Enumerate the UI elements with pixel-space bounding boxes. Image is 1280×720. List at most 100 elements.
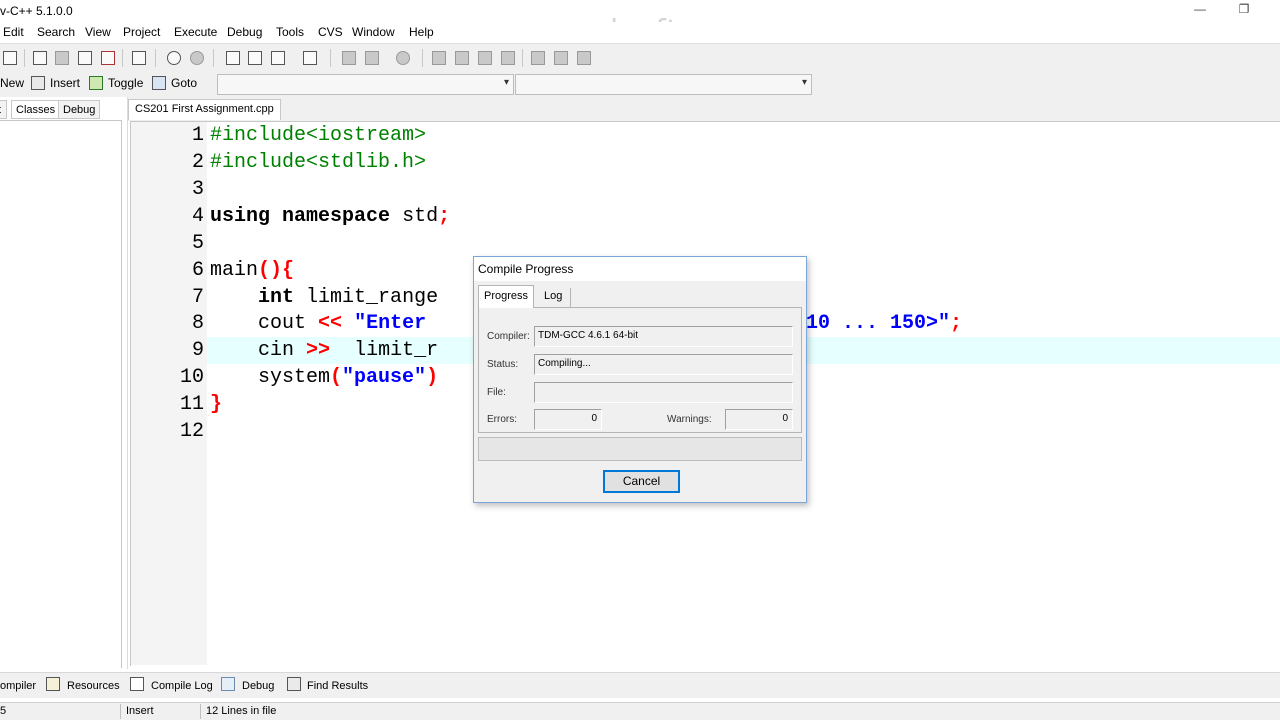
menu-execute[interactable]: Execute	[174, 25, 217, 39]
tab-compiler[interactable]: ompiler	[0, 677, 39, 696]
tab-resources[interactable]: Resources	[64, 677, 123, 696]
secondary-toolbar: New Insert Toggle Goto ▾ ▾	[0, 71, 1280, 97]
toolbar-separator	[422, 49, 423, 67]
menu-window[interactable]: Window	[352, 25, 395, 39]
undo-icon[interactable]	[164, 48, 184, 68]
symbol: >>	[306, 339, 331, 362]
redo-icon[interactable]	[187, 48, 207, 68]
keyword: namespace	[282, 205, 391, 228]
toggle-button[interactable]: Toggle	[108, 76, 143, 90]
line-number: 2	[191, 151, 204, 174]
line-number: 6	[191, 259, 204, 282]
bookmark-icon[interactable]	[393, 48, 413, 68]
code-line-tail: 10 ... 150>";	[806, 312, 962, 335]
indent-right-icon[interactable]	[362, 48, 382, 68]
symbol: (){	[258, 259, 295, 282]
symbol: <<	[318, 312, 343, 335]
code-line: cout << "Enter	[210, 312, 426, 335]
member-selector[interactable]: ▾	[515, 74, 812, 95]
code-line: main(){	[210, 259, 294, 282]
dialog-title: Compile Progress	[478, 262, 574, 276]
status-divider	[120, 704, 121, 719]
file-label: File:	[487, 387, 506, 398]
tab-progress[interactable]: Progress	[478, 285, 535, 308]
run-icon[interactable]	[452, 48, 472, 68]
keyword: using	[210, 205, 271, 228]
close-file-icon[interactable]	[98, 48, 118, 68]
print-icon[interactable]	[129, 48, 149, 68]
replace-icon[interactable]	[245, 48, 265, 68]
compile-progress-bar	[478, 437, 802, 461]
chart-icon	[130, 677, 144, 691]
symbol: ;	[438, 205, 451, 228]
new-class-button[interactable]: New	[0, 76, 24, 90]
tab-debug-output[interactable]: Debug	[239, 677, 277, 696]
open-project-icon[interactable]	[0, 48, 20, 68]
toolbar-separator	[122, 49, 123, 67]
goto-button[interactable]: Goto	[171, 76, 197, 90]
project-panel: t Classes Debug	[0, 97, 128, 669]
window-title: v-C++ 5.1.0.0	[0, 4, 73, 18]
line-number: 12	[179, 420, 204, 443]
profile-icon[interactable]	[551, 48, 571, 68]
tab-project[interactable]: t	[0, 100, 7, 119]
code-line: #include<iostream>	[210, 124, 427, 147]
check-icon[interactable]	[528, 48, 548, 68]
line-number: 11	[179, 393, 204, 416]
menu-view[interactable]: View	[85, 25, 111, 39]
tab-compile-log[interactable]: Compile Log	[148, 677, 216, 696]
menu-debug[interactable]: Debug	[227, 25, 262, 39]
stop-icon[interactable]	[574, 48, 594, 68]
code-line: system("pause")	[210, 366, 438, 389]
menu-help[interactable]: Help	[409, 25, 434, 39]
line-number: 1	[191, 124, 204, 147]
menu-tools[interactable]: Tools	[276, 25, 304, 39]
tab-log[interactable]: Log	[536, 288, 572, 308]
code-line: }	[210, 393, 223, 416]
line-number: 5	[191, 232, 204, 255]
code-line: int limit_range	[210, 286, 438, 309]
symbol: )	[426, 366, 439, 389]
resources-icon	[46, 677, 60, 691]
insert-button[interactable]: Insert	[50, 76, 80, 90]
identifier: main	[210, 259, 259, 282]
menu-edit[interactable]: Edit	[3, 25, 24, 39]
menu-project[interactable]: Project	[123, 25, 160, 39]
symbol: ;	[950, 312, 963, 335]
class-selector[interactable]: ▾	[217, 74, 514, 95]
menu-bar: Edit Search View Project Execute Debug T…	[0, 22, 1280, 42]
minimize-button[interactable]: —	[1192, 2, 1208, 18]
goto-line-icon[interactable]	[300, 48, 320, 68]
class-browser[interactable]	[0, 120, 122, 668]
toolbar-separator	[213, 49, 214, 67]
restore-button[interactable]: ❐	[1236, 2, 1252, 18]
line-number: 7	[191, 286, 204, 309]
string-literal: 10 ... 150>"	[806, 312, 951, 335]
compile-icon[interactable]	[429, 48, 449, 68]
tab-find-results[interactable]: Find Results	[304, 677, 371, 696]
new-file-icon[interactable]	[30, 48, 50, 68]
tab-classes[interactable]: Classes	[11, 100, 61, 119]
line-number: 9	[191, 339, 204, 362]
cancel-button[interactable]: Cancel	[603, 470, 680, 493]
save-all-icon[interactable]	[75, 48, 95, 68]
string-literal: "Enter	[354, 312, 427, 335]
find-icon[interactable]	[223, 48, 243, 68]
status-mode: Insert	[126, 705, 154, 717]
rebuild-icon[interactable]	[498, 48, 518, 68]
errors-field: 0	[534, 409, 602, 430]
menu-search[interactable]: Search	[37, 25, 75, 39]
save-icon[interactable]	[52, 48, 72, 68]
find-next-icon[interactable]	[268, 48, 288, 68]
tab-file[interactable]: CS201 First Assignment.cpp	[128, 99, 281, 120]
chevron-down-icon: ▾	[801, 77, 807, 88]
errors-label: Errors:	[487, 414, 517, 425]
menu-cvs[interactable]: CVS	[318, 25, 343, 39]
indent-left-icon[interactable]	[339, 48, 359, 68]
warnings-field: 0	[725, 409, 793, 430]
chevron-down-icon: ▾	[503, 77, 509, 88]
tab-debug[interactable]: Debug	[58, 100, 101, 119]
toolbar-separator	[155, 49, 156, 67]
toolbar-separator	[330, 49, 331, 67]
compile-run-icon[interactable]	[475, 48, 495, 68]
